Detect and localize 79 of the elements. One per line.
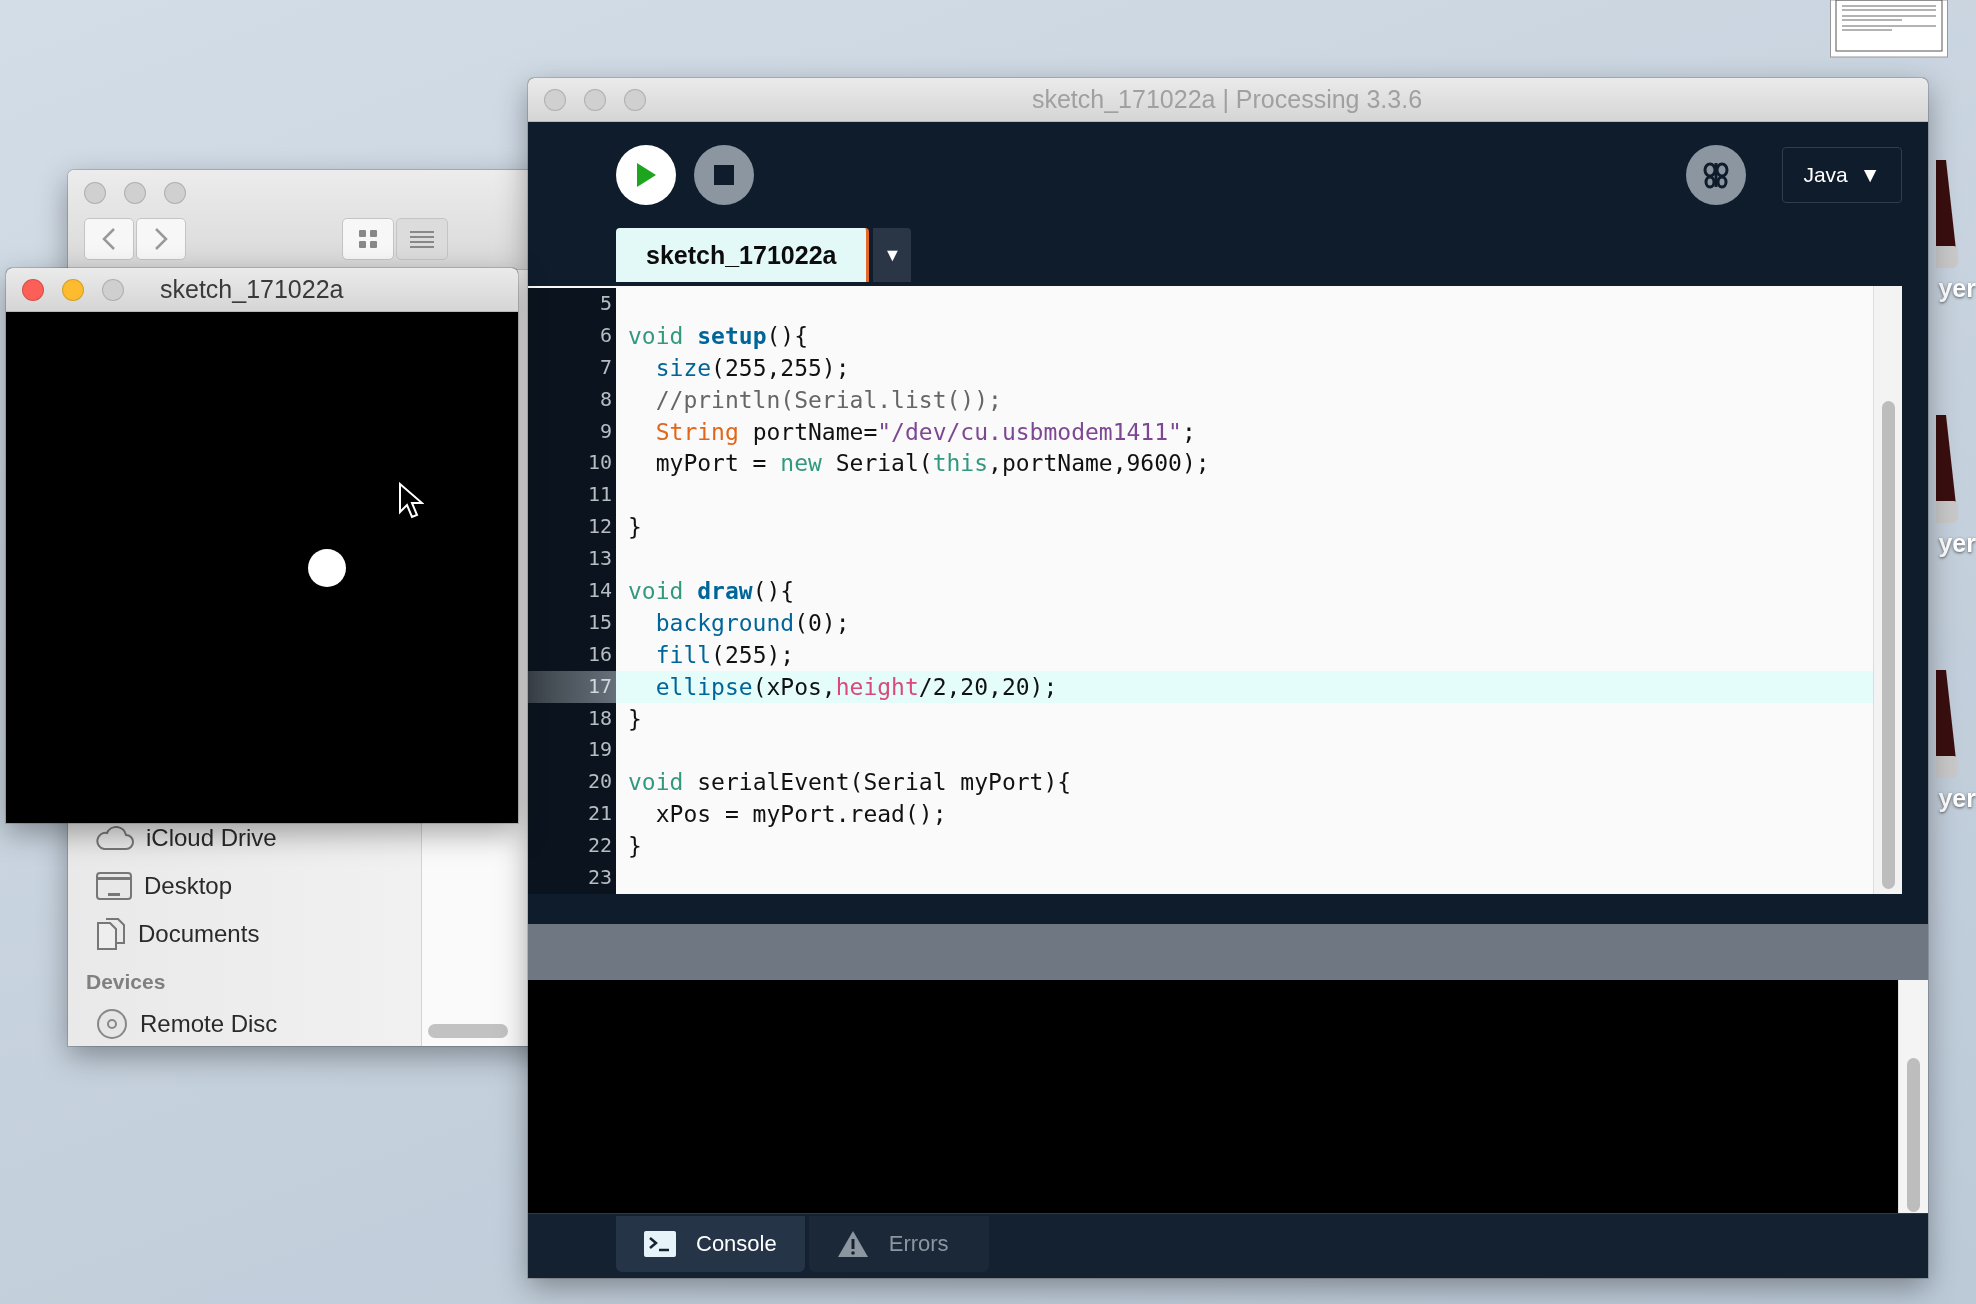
run-button[interactable] xyxy=(616,145,676,205)
code-line: //println(Serial.list()); xyxy=(654,386,1002,413)
zoom-button[interactable] xyxy=(624,88,646,111)
sidebar-item[interactable]: Desktop xyxy=(144,872,233,900)
line-number: 17 xyxy=(528,670,616,703)
warning-icon xyxy=(836,1230,869,1258)
line-number: 8 xyxy=(528,383,616,416)
tab-menu-button[interactable]: ▼ xyxy=(873,228,912,282)
code-line: } xyxy=(627,833,642,860)
scrollbar[interactable] xyxy=(1907,1058,1920,1212)
code-line: String portName="/dev/cu.usbmodem1411"; xyxy=(654,418,1196,445)
ellipse xyxy=(307,548,347,588)
line-number: 22 xyxy=(528,830,616,863)
list-view-button[interactable] xyxy=(396,218,448,260)
back-button[interactable] xyxy=(84,218,134,260)
stop-icon xyxy=(714,165,734,185)
console-tab[interactable]: Console xyxy=(616,1216,805,1272)
line-number: 12 xyxy=(528,511,616,544)
line-number: 23 xyxy=(528,862,616,894)
line-number: 15 xyxy=(528,606,616,639)
line-number: 18 xyxy=(528,702,616,735)
code-line: } xyxy=(627,514,642,541)
scrollbar[interactable] xyxy=(1882,401,1895,889)
code-line: } xyxy=(627,705,642,732)
line-number: 16 xyxy=(528,638,616,671)
line-number: 11 xyxy=(528,479,616,512)
code-line: void serialEvent(Serial myPort){ xyxy=(627,769,1072,796)
code-line: ellipse(xPos,height/2,20,20); xyxy=(654,673,1058,700)
minimize-button[interactable] xyxy=(124,182,146,204)
play-icon xyxy=(635,162,657,188)
sidebar-item[interactable]: iCloud Drive xyxy=(146,824,277,852)
chevron-left-icon xyxy=(102,227,116,251)
stop-button[interactable] xyxy=(694,145,754,205)
zoom-button[interactable] xyxy=(164,182,186,204)
line-number: 10 xyxy=(528,447,616,480)
list-icon xyxy=(410,230,434,248)
console-tab[interactable]: Errors xyxy=(808,1216,989,1272)
debug-button[interactable] xyxy=(1686,145,1746,205)
grid-icon xyxy=(358,229,378,249)
document-icon[interactable] xyxy=(1830,0,1948,58)
code-line: xPos = myPort.read(); xyxy=(654,801,947,828)
line-number: 13 xyxy=(528,543,616,575)
line-number: 9 xyxy=(528,415,616,448)
icon-view-button[interactable] xyxy=(342,218,394,260)
line-number: 20 xyxy=(528,766,616,799)
desktop-icon xyxy=(96,872,132,900)
sketch-tab[interactable]: sketch_171022a xyxy=(616,228,870,282)
line-number: 5 xyxy=(528,288,616,320)
scrollbar[interactable] xyxy=(428,1024,508,1038)
sidebar-item[interactable]: Remote Disc xyxy=(140,1010,278,1038)
forward-button[interactable] xyxy=(136,218,186,260)
sidebar-item[interactable]: Documents xyxy=(138,920,260,948)
line-number: 14 xyxy=(528,575,616,607)
zoom-button[interactable] xyxy=(102,278,124,301)
terminal-icon xyxy=(644,1231,676,1257)
chevron-right-icon xyxy=(154,227,168,251)
line-number: 21 xyxy=(528,798,616,831)
sidebar-header: Devices xyxy=(86,970,167,994)
code-line: background(0); xyxy=(654,609,850,636)
code-line: void setup(){ xyxy=(627,322,809,349)
line-number: 6 xyxy=(528,319,616,352)
disc-icon xyxy=(96,1008,128,1040)
window-title: sketch_171022a xyxy=(160,275,344,304)
mode-dropdown[interactable]: Java ▼ xyxy=(1782,147,1902,203)
mouse-cursor-icon xyxy=(398,482,424,520)
window-title: sketch_171022a | Processing 3.3.6 xyxy=(1030,85,1424,114)
line-number: 19 xyxy=(528,734,616,767)
close-button[interactable] xyxy=(84,182,106,204)
code-line: myPort = new Serial(this,portName,9600); xyxy=(654,450,1210,477)
cloud-icon xyxy=(96,825,134,851)
close-button[interactable] xyxy=(544,88,566,111)
documents-icon xyxy=(96,917,126,951)
minimize-button[interactable] xyxy=(62,278,84,301)
close-button[interactable] xyxy=(22,278,44,301)
minimize-button[interactable] xyxy=(584,88,606,111)
code-line: void draw(){ xyxy=(627,577,795,604)
code-line: size(255,255); xyxy=(654,354,850,381)
code-line: fill(255); xyxy=(654,641,795,668)
line-number: 7 xyxy=(528,351,616,384)
